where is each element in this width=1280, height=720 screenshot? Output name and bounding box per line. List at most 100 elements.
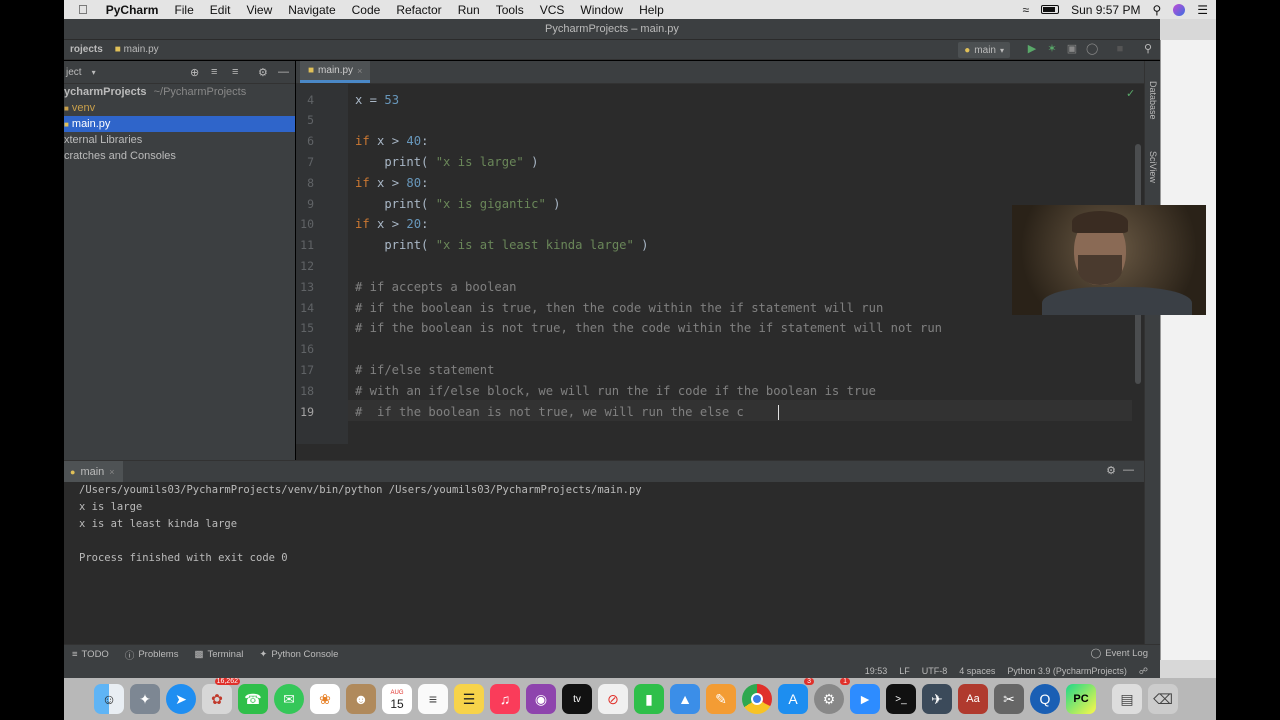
pages-icon[interactable]: ✎: [706, 684, 736, 714]
no-problems-icon[interactable]: ✓: [1126, 87, 1135, 100]
photos-icon[interactable]: ❀: [310, 684, 340, 714]
profile-icon[interactable]: ◯: [1086, 43, 1098, 55]
podcasts-icon[interactable]: ◉: [526, 684, 556, 714]
toolwin-python-console[interactable]: ✦ Python Console: [251, 649, 346, 660]
line-number: 10: [300, 217, 314, 232]
menu-file[interactable]: File: [166, 3, 201, 17]
finder-icon[interactable]: ☺: [94, 684, 124, 714]
screenshot-icon[interactable]: ✂: [994, 684, 1024, 714]
menu-window[interactable]: Window: [572, 3, 631, 17]
run-console-output[interactable]: /Users/youmils03/PycharmProjects/venv/bi…: [64, 482, 1144, 644]
system-preferences-icon[interactable]: ⚙ 1: [814, 678, 850, 714]
menu-help[interactable]: Help: [631, 3, 672, 17]
music-icon[interactable]: ♫: [490, 684, 520, 714]
menu-vcs[interactable]: VCS: [532, 3, 573, 17]
debug-icon[interactable]: ✶: [1046, 43, 1058, 55]
calendar-icon[interactable]: AUG 15: [382, 684, 412, 714]
tree-item-main-py[interactable]: ■ main.py: [64, 116, 295, 132]
siri-icon[interactable]: [1173, 3, 1186, 16]
appstore-icon[interactable]: A3: [778, 678, 814, 714]
run-icon[interactable]: ▶: [1026, 43, 1038, 55]
news-icon[interactable]: ⊘: [598, 684, 628, 714]
stop-icon[interactable]: ■: [1114, 43, 1126, 55]
menu-navigate[interactable]: Navigate: [280, 3, 343, 17]
breadcrumb-file[interactable]: ■ main.py: [109, 44, 165, 55]
wifi-icon[interactable]: ≈: [1022, 3, 1029, 17]
status-line-separator[interactable]: LF: [899, 666, 910, 676]
menu-edit[interactable]: Edit: [202, 3, 239, 17]
status-indent[interactable]: 4 spaces: [959, 666, 995, 676]
webcam-overlay: [1012, 205, 1206, 315]
tab-main-py[interactable]: ■ main.py ×: [300, 61, 370, 83]
breadcrumb-project[interactable]: rojects: [64, 44, 109, 55]
tree-item-label: cratches and Consoles: [64, 150, 176, 162]
launchpad-icon[interactable]: ✦: [130, 684, 160, 714]
gear-icon[interactable]: ⚙: [1106, 464, 1116, 477]
chevron-down-icon[interactable]: ▾: [82, 68, 96, 77]
zoom-client-icon[interactable]: ✈: [922, 684, 952, 714]
messages-icon[interactable]: ✉: [274, 684, 304, 714]
project-view-label[interactable]: ject: [64, 67, 82, 78]
tree-item-external-libraries[interactable]: xternal Libraries: [64, 132, 295, 148]
appletv-icon[interactable]: tv: [562, 684, 592, 714]
gear-icon[interactable]: ⚙: [258, 66, 268, 79]
menu-clock[interactable]: Sun 9:57 PM: [1071, 3, 1140, 17]
webcam-person-hair: [1072, 211, 1128, 233]
hide-icon[interactable]: —: [1123, 464, 1134, 476]
close-icon[interactable]: ×: [357, 66, 362, 76]
spotlight-icon[interactable]: ⚲: [1152, 3, 1161, 17]
collapse-all-icon[interactable]: ≡: [232, 66, 238, 78]
coverage-icon[interactable]: ▣: [1066, 43, 1078, 55]
tree-item-label: main.py: [71, 118, 111, 130]
line-number: 15: [300, 321, 314, 336]
menu-code[interactable]: Code: [344, 3, 389, 17]
lock-icon[interactable]: ☍: [1139, 666, 1148, 677]
toolwin-todo[interactable]: ≡ TODO: [64, 649, 117, 660]
notes-icon[interactable]: ☰: [454, 684, 484, 714]
battery-icon[interactable]: [1041, 5, 1060, 14]
toolwin-event-log[interactable]: ◯ Event Log: [1091, 648, 1148, 659]
chrome-icon[interactable]: [742, 684, 772, 714]
facetime-icon[interactable]: ☎: [238, 684, 268, 714]
quicktime-icon[interactable]: Q: [1030, 684, 1060, 714]
menu-tools[interactable]: Tools: [488, 3, 532, 17]
hide-icon[interactable]: —: [278, 66, 289, 78]
run-config-selector[interactable]: ● main ▾: [958, 42, 1010, 58]
expand-all-icon[interactable]: ≡: [211, 66, 217, 78]
safari-icon[interactable]: ➤: [166, 684, 196, 714]
status-caret-position[interactable]: 19:53: [865, 666, 888, 676]
search-icon[interactable]: ⚲: [1142, 43, 1154, 55]
control-center-icon[interactable]: ☰: [1197, 3, 1208, 17]
photos-app-icon[interactable]: ✿ 16,262: [202, 678, 240, 714]
contacts-icon[interactable]: ☻: [346, 684, 376, 714]
zoom-icon[interactable]: ►: [850, 684, 880, 714]
reminders-icon[interactable]: ≡: [418, 684, 448, 714]
downloads-stack-icon[interactable]: ▤: [1112, 684, 1142, 714]
menu-refactor[interactable]: Refactor: [388, 3, 449, 17]
python-icon: ●: [70, 466, 76, 477]
tool-sciview[interactable]: SciView: [1148, 151, 1158, 183]
apple-icon[interactable]: : [64, 2, 98, 17]
terminal-app-icon[interactable]: >_: [886, 684, 916, 714]
run-tab-main[interactable]: ● main ×: [64, 460, 123, 483]
menu-view[interactable]: View: [238, 3, 280, 17]
tree-item-project-root[interactable]: ycharmProjects ~/PycharmProjects: [64, 84, 295, 100]
dictionary-icon[interactable]: Aa: [958, 684, 988, 714]
menu-app-name[interactable]: PyCharm: [98, 3, 167, 17]
keynote-icon[interactable]: ▲: [670, 684, 700, 714]
pycharm-icon[interactable]: PC: [1066, 684, 1096, 714]
code-line: print( "x is large" ): [355, 155, 539, 169]
numbers-icon[interactable]: ▮: [634, 684, 664, 714]
trash-icon[interactable]: ⌫: [1148, 684, 1178, 714]
menu-run[interactable]: Run: [450, 3, 488, 17]
macos-menu-bar:  PyCharm File Edit View Navigate Code R…: [64, 0, 1216, 19]
status-interpreter[interactable]: Python 3.9 (PycharmProjects): [1007, 666, 1127, 676]
toolwin-problems[interactable]: ⓘ Problems: [117, 648, 187, 662]
locate-icon[interactable]: ⊕: [190, 66, 199, 79]
tree-item-venv[interactable]: ■ venv: [64, 100, 295, 116]
close-icon[interactable]: ×: [109, 467, 114, 477]
tool-database[interactable]: Database: [1148, 81, 1158, 120]
toolwin-terminal[interactable]: ▩ Terminal: [186, 649, 251, 660]
tree-item-scratches[interactable]: cratches and Consoles: [64, 148, 295, 164]
status-encoding[interactable]: UTF-8: [922, 666, 948, 676]
